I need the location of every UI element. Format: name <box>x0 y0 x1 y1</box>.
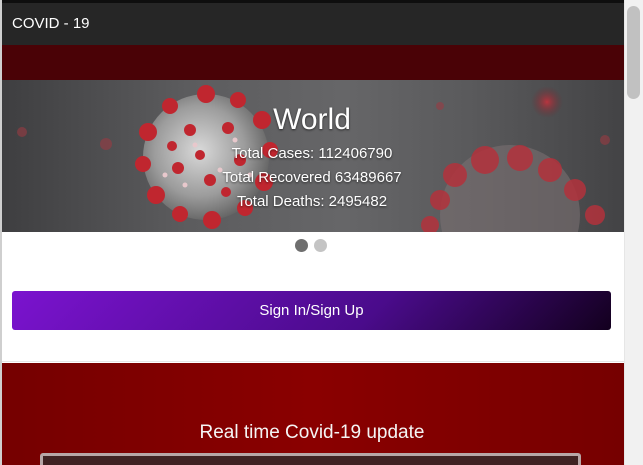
update-panel <box>40 453 581 465</box>
sign-in-sign-up-button[interactable]: Sign In/Sign Up <box>12 291 611 330</box>
vertical-scrollbar[interactable] <box>624 0 643 465</box>
app-title: COVID - 19 <box>12 15 90 32</box>
sign-in-sign-up-label: Sign In/Sign Up <box>259 302 364 319</box>
window-edge <box>0 0 2 465</box>
app-header: COVID - 19 <box>0 0 624 45</box>
total-cases: Total Cases: 112406790 <box>231 145 393 162</box>
scrollbar-thumb[interactable] <box>627 6 640 99</box>
carousel-dot-2[interactable] <box>314 239 327 252</box>
hero-region-title: World <box>273 103 351 136</box>
section-divider <box>0 361 624 362</box>
total-deaths: Total Deaths: 2495482 <box>236 193 388 210</box>
page-viewport: COVID - 19 World Total Cases: 112406790 … <box>0 0 624 465</box>
update-panel-content <box>43 456 578 465</box>
realtime-update-title: Real time Covid-19 update <box>199 422 425 443</box>
header-band <box>0 45 624 80</box>
realtime-update-section: Real time Covid-19 update <box>0 363 624 465</box>
hero-carousel[interactable]: World Total Cases: 112406790 Total Recov… <box>0 80 624 232</box>
carousel-dot-1[interactable] <box>295 239 308 252</box>
total-recovered: Total Recovered 63489667 <box>222 169 402 186</box>
